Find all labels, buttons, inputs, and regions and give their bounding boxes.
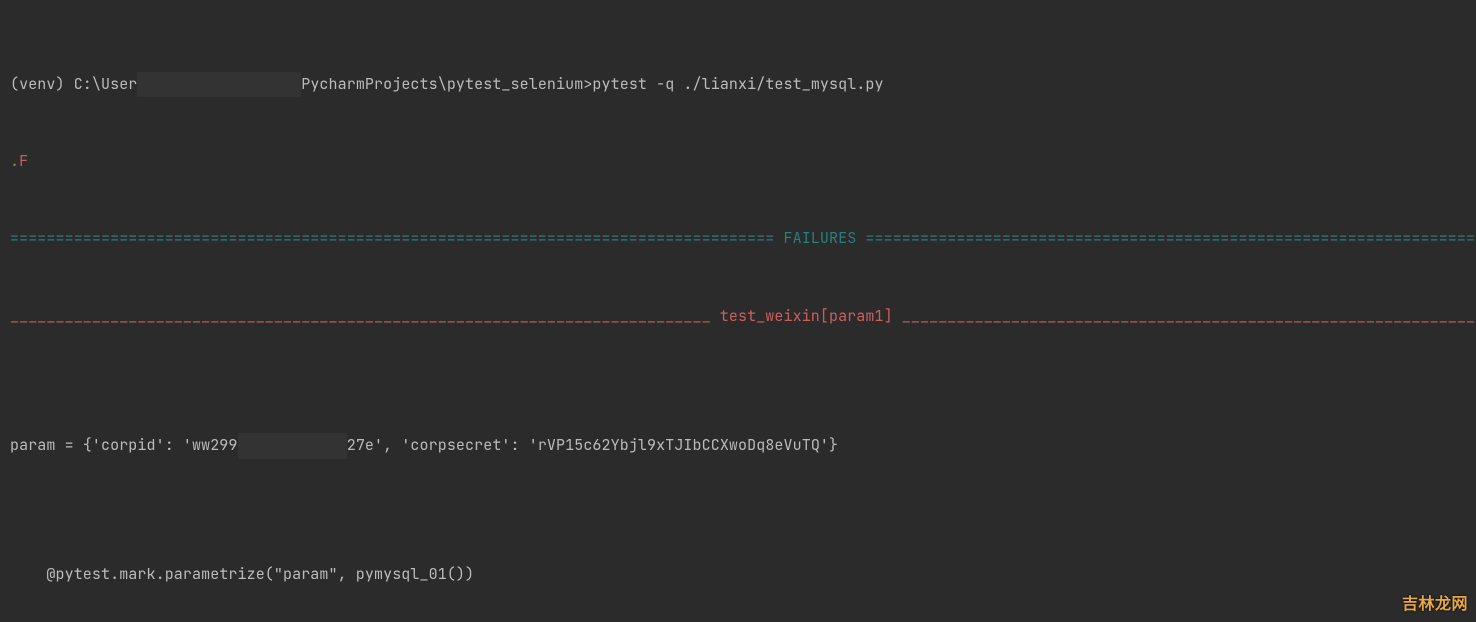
fail-F: F — [19, 151, 28, 171]
redacted-corpid — [238, 433, 347, 459]
progress-line: .F — [10, 149, 1466, 175]
param-line: param = {'corpid': 'ww299 27e', 'corpsec… — [10, 433, 1466, 459]
command-text: pytest -q ./lianxi/test_mysql.py — [592, 74, 883, 94]
param-suffix: 27e', 'corpsecret': 'rVP15c62Ybjl9xTJIbC… — [347, 435, 838, 455]
failures-header: ========================================… — [10, 226, 1466, 252]
path-suffix: PycharmProjects\pytest_selenium> — [301, 74, 592, 94]
path-prefix: C:\User — [74, 74, 138, 94]
code-line-1: @pytest.mark.parametrize("param", pymysq… — [10, 562, 1466, 588]
redacted-user — [137, 72, 301, 98]
param-prefix: param = {'corpid': 'ww299 — [10, 435, 238, 455]
prompt-line: (venv) C:\User PycharmProjects\pytest_se… — [10, 72, 1466, 98]
watermark-text: 吉林龙网 — [1402, 590, 1468, 614]
terminal-output[interactable]: (venv) C:\User PycharmProjects\pytest_se… — [0, 0, 1476, 622]
venv-prefix: (venv) — [10, 74, 74, 94]
pass-dot: . — [10, 151, 19, 171]
test-name-header: ________________________________________… — [10, 304, 1466, 330]
